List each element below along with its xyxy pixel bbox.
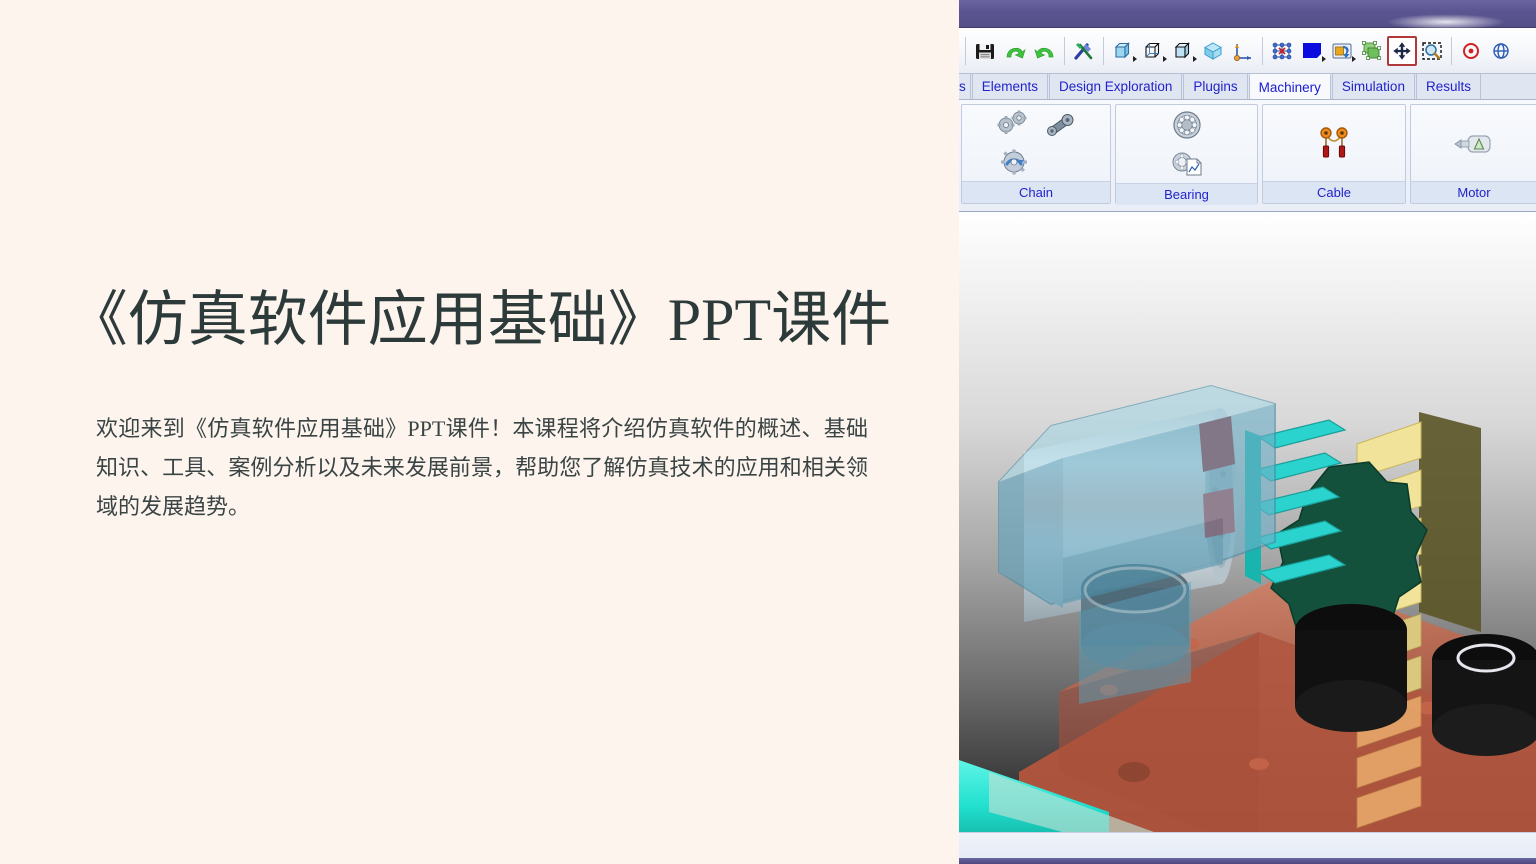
save-icon[interactable] <box>970 34 1000 68</box>
3d-viewport[interactable] <box>959 212 1536 832</box>
presentation-slide: 《仿真软件应用基础》PPT课件 欢迎来到《仿真软件应用基础》PPT课件！本课程将… <box>0 0 959 864</box>
dropdown-arrow-icon[interactable] <box>1163 55 1167 62</box>
gears-icon[interactable] <box>994 109 1034 144</box>
coordinate-axis-icon[interactable] <box>1228 34 1258 68</box>
ribbon-tab-bar: s Elements Design Exploration Plugins Ma… <box>959 74 1536 100</box>
dropdown-arrow-icon[interactable] <box>1133 55 1137 62</box>
gear-motor-assembly-model <box>959 384 1536 832</box>
ribbon-group-label-chain: Chain <box>962 181 1110 203</box>
rotate-object-icon[interactable] <box>1327 34 1357 68</box>
color-swatch-icon[interactable] <box>1297 34 1327 68</box>
isometric-cube-icon[interactable] <box>1198 34 1228 68</box>
cable-pulley-icon[interactable] <box>1306 121 1362 170</box>
tab-machinery[interactable]: Machinery <box>1248 74 1331 99</box>
dropdown-arrow-icon[interactable] <box>1193 55 1197 62</box>
cable-group-icons <box>1263 105 1405 181</box>
tab-design-exploration[interactable]: Design Exploration <box>1049 74 1183 99</box>
shaded-box-icon[interactable] <box>1168 34 1198 68</box>
redo-icon[interactable] <box>1000 34 1030 68</box>
solid-box-icon[interactable] <box>1108 34 1138 68</box>
multi-body-icon[interactable] <box>1357 34 1387 68</box>
status-bar <box>959 832 1536 858</box>
tab-plugins[interactable]: Plugins <box>1183 74 1248 99</box>
dropdown-arrow-icon[interactable] <box>1322 55 1326 62</box>
ribbon-group-bearing: Bearing <box>1115 104 1258 205</box>
screenshot-root: 《仿真软件应用基础》PPT课件 欢迎来到《仿真软件应用基础》PPT课件！本课程将… <box>0 0 1536 864</box>
chain-group-icons <box>962 105 1110 181</box>
toolbar-divider <box>1262 36 1263 65</box>
ribbon-group-motor: Motor <box>1410 104 1536 204</box>
ribbon-group-chain: Chain <box>961 104 1111 204</box>
belt-drive-icon[interactable] <box>1040 109 1078 144</box>
wireframe-box-icon[interactable] <box>1138 34 1168 68</box>
motor-icon[interactable] <box>1448 128 1500 163</box>
toolbar-divider <box>1103 36 1104 65</box>
dropdown-arrow-icon[interactable] <box>1352 55 1356 62</box>
ribbon-group-label-cable: Cable <box>1263 181 1405 203</box>
window-title-bar <box>959 0 1536 30</box>
tab-clipped[interactable]: s <box>959 74 971 99</box>
mesh-nodes-icon[interactable] <box>1267 34 1297 68</box>
target-icon[interactable] <box>1456 34 1486 68</box>
undo-icon[interactable] <box>1030 34 1060 68</box>
bearing-report-icon[interactable] <box>1170 150 1204 183</box>
toolbar-divider <box>1451 36 1452 65</box>
toolbar-divider <box>965 36 966 65</box>
tab-elements[interactable]: Elements <box>971 74 1049 99</box>
ribbon-group-label-motor: Motor <box>1411 181 1536 203</box>
motor-group-icons <box>1411 105 1536 181</box>
sprocket-icon[interactable] <box>994 146 1034 181</box>
ribbon-group-cable: Cable <box>1262 104 1406 204</box>
orbit-icon[interactable] <box>1486 34 1516 68</box>
zoom-box-icon[interactable] <box>1417 34 1447 68</box>
cae-application-window: s Elements Design Exploration Plugins Ma… <box>959 0 1536 864</box>
move-icon[interactable] <box>1387 35 1417 66</box>
tools-icon[interactable] <box>1069 34 1099 68</box>
slide-body-text: 欢迎来到《仿真软件应用基础》PPT课件！本课程将介绍仿真软件的概述、基础知识、工… <box>96 416 868 519</box>
bearing-group-icons <box>1116 105 1257 183</box>
ball-bearing-icon[interactable] <box>1170 109 1204 148</box>
ribbon-panel: Chain Bearing Cable Motor <box>959 100 1536 212</box>
ribbon-group-label-bearing: Bearing <box>1116 183 1257 205</box>
main-toolbar <box>959 28 1536 74</box>
toolbar-divider <box>1064 36 1065 65</box>
window-bottom-strip <box>959 858 1536 864</box>
slide-title: 《仿真软件应用基础》PPT课件 <box>67 287 892 353</box>
tab-results[interactable]: Results <box>1415 74 1481 99</box>
tab-simulation[interactable]: Simulation <box>1331 74 1415 99</box>
